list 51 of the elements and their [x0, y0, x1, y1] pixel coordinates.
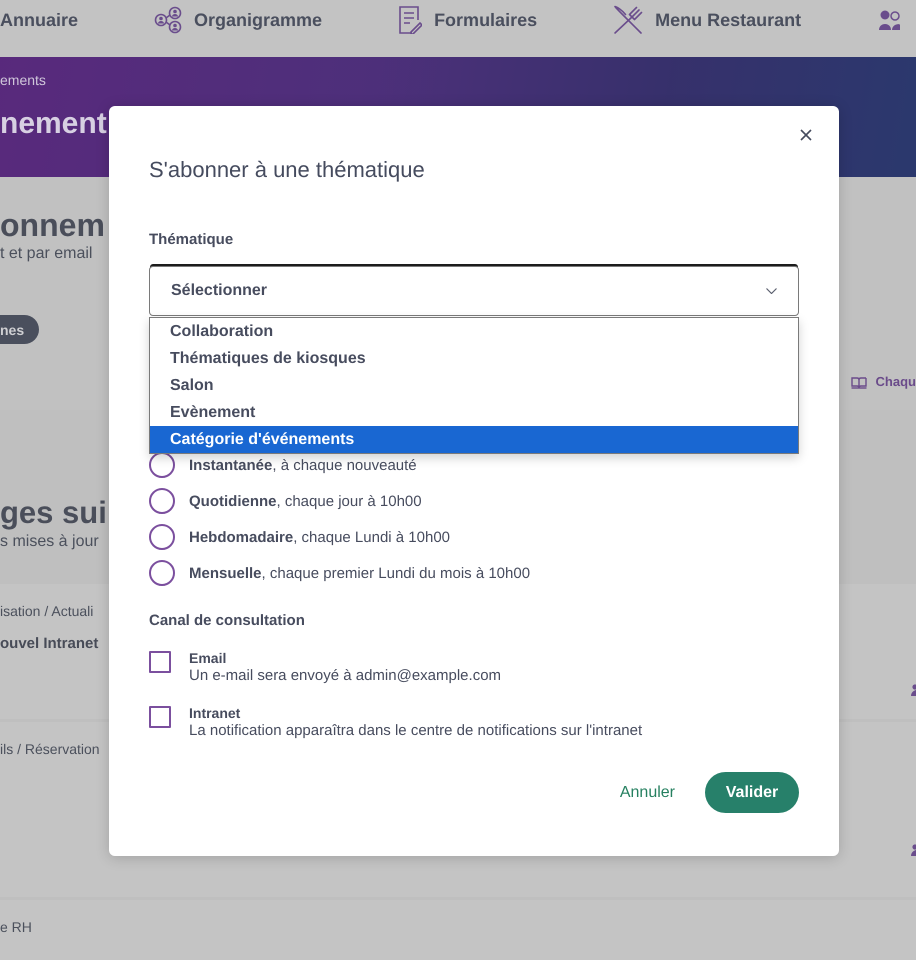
- user-icon[interactable]: [911, 844, 916, 856]
- radio-button[interactable]: [149, 560, 175, 586]
- dropdown-option[interactable]: Thématiques de kiosques: [150, 345, 798, 372]
- cancel-button[interactable]: Annuler: [620, 784, 675, 802]
- card-category: e RH: [0, 918, 32, 936]
- radio-button[interactable]: [149, 524, 175, 550]
- form-icon: [398, 6, 422, 34]
- filter-button[interactable]: nes: [0, 315, 40, 344]
- book-icon: [850, 376, 867, 388]
- option-title: Email: [189, 649, 226, 667]
- radio-label: Mensuelle, chaque premier Lundi du mois à 10h00: [189, 564, 530, 582]
- field-label: Canal de consultation: [149, 611, 306, 631]
- close-icon: [800, 129, 812, 141]
- nav-link[interactable]: Menu Restaurant: [613, 6, 802, 34]
- nav-link[interactable]: Organigramme: [154, 6, 322, 34]
- radio-label: Quotidienne, chaque jour à 10h00: [189, 492, 422, 510]
- dropdown-option[interactable]: Salon: [150, 372, 798, 399]
- nav-link[interactable]: Formulaires: [398, 6, 538, 34]
- modal-title: S'abonner à une thématique: [149, 156, 426, 184]
- card-category: ils / Réservation: [0, 740, 100, 758]
- breadcrumb-link[interactable]: ements: [0, 71, 46, 89]
- radio-label: Hebdomadaire, chaque Lundi à 10h00: [189, 528, 450, 546]
- user-icon[interactable]: [911, 684, 916, 696]
- chevron-icon: [766, 288, 777, 294]
- people-icon[interactable]: [879, 8, 900, 32]
- submit-button[interactable]: Valider: [705, 772, 799, 813]
- org-chart-icon: [154, 6, 182, 34]
- dropdown-option[interactable]: Catégorie d'événements: [150, 426, 798, 453]
- select-field[interactable]: Sélectionner: [149, 266, 799, 316]
- checkbox[interactable]: [149, 706, 171, 728]
- radio-button[interactable]: [149, 488, 175, 514]
- dropdown-option[interactable]: Evènement: [150, 399, 798, 426]
- section-subtitle: t et par email: [0, 244, 92, 264]
- radio-button[interactable]: [149, 452, 175, 478]
- section-title: onnem: [0, 206, 105, 244]
- option-description: La notification apparaîtra dans le centre de notifications sur l'intranet: [189, 722, 642, 740]
- fork-knife-icon: [613, 5, 644, 35]
- field-label: Thématique: [149, 230, 234, 250]
- checkbox[interactable]: [149, 651, 171, 673]
- radio-label: Instantanée, à chaque nouveauté: [189, 456, 417, 474]
- section-title: ges sui: [0, 494, 107, 532]
- option-description: Un e-mail sera envoyé à admin@example.com: [189, 667, 502, 685]
- section-subtitle: s mises à jour: [0, 532, 99, 552]
- card-category: isation / Actuali: [0, 602, 94, 620]
- page-title: nement: [0, 106, 107, 142]
- close-button[interactable]: [800, 129, 812, 141]
- dropdown-option[interactable]: Collaboration: [150, 318, 798, 345]
- nav-link[interactable]: Annuaire: [0, 6, 78, 34]
- frequency-link[interactable]: Chaqu: [850, 373, 916, 391]
- card-title: ouvel Intranet: [0, 634, 98, 654]
- option-title: Intranet: [189, 704, 240, 722]
